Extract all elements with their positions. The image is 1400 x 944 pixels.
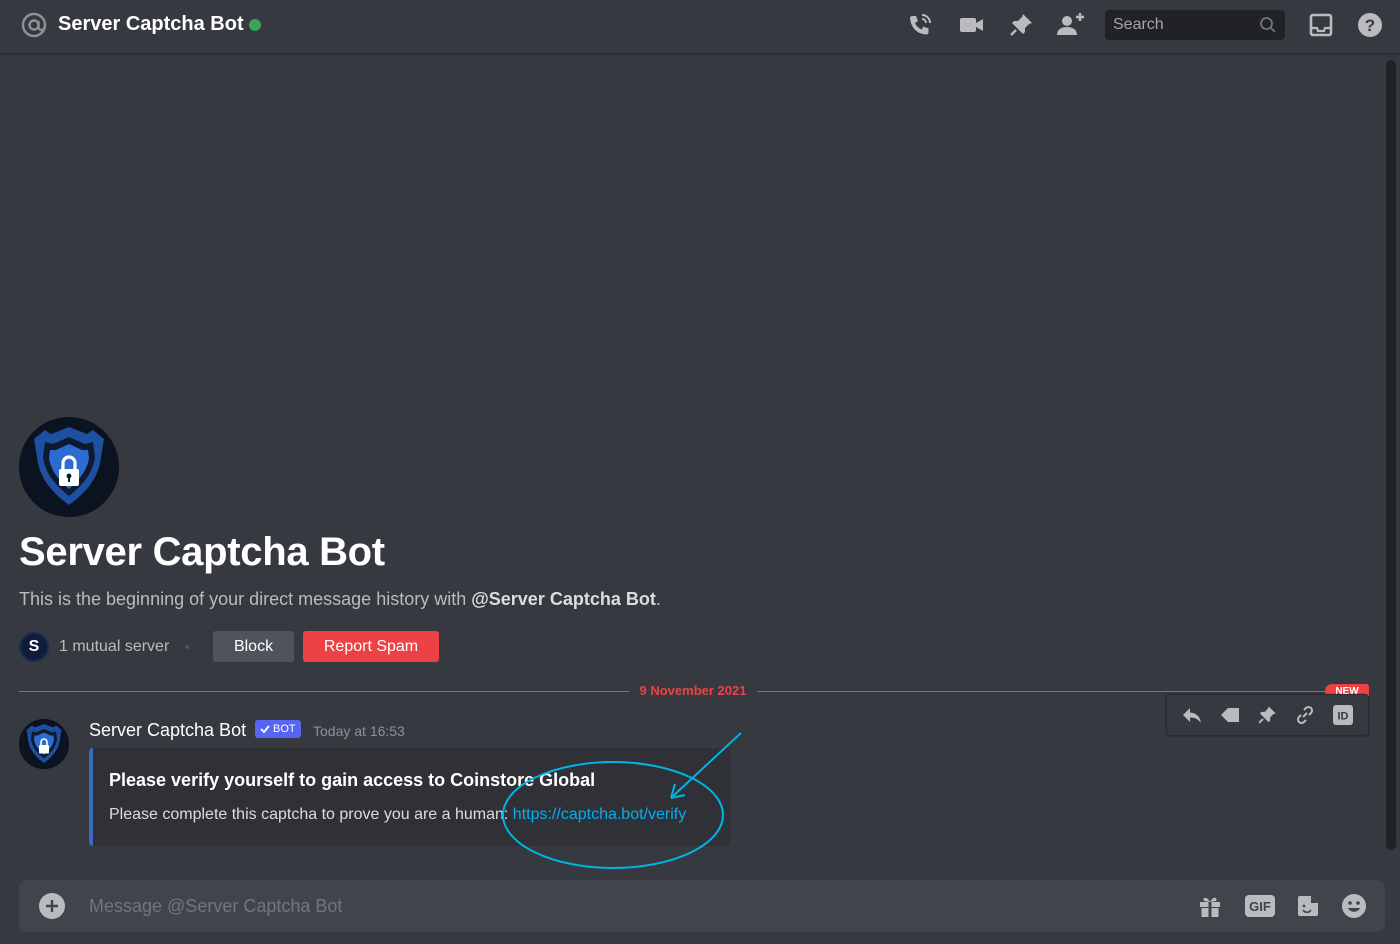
new-messages-divider-right	[757, 691, 1369, 692]
gif-label: GIF	[1245, 895, 1275, 917]
search-icon	[1260, 17, 1276, 33]
video-icon	[960, 18, 983, 32]
message-author-name[interactable]: Server Captcha Bot	[89, 718, 246, 742]
gif-button[interactable]: GIF	[1245, 891, 1275, 921]
call-icon	[910, 14, 931, 35]
svg-text:?: ?	[1365, 16, 1375, 35]
inbox-button[interactable]	[1305, 10, 1337, 40]
captcha-verify-link[interactable]: https://captcha.bot/verify	[513, 806, 686, 823]
embed-title: Please verify yourself to gain access to…	[109, 770, 596, 790]
embed-description-text: Please complete this captcha to prove yo…	[109, 806, 513, 823]
reply-icon	[1182, 708, 1201, 723]
mutual-servers-link[interactable]: 1 mutual server	[59, 638, 169, 656]
plus-icon	[46, 900, 58, 912]
message-composer: GIF	[19, 880, 1385, 932]
pinned-messages-button[interactable]	[1005, 10, 1037, 40]
channel-header: Server Captcha Bot Search ?	[0, 0, 1400, 54]
id-icon: ID	[1333, 705, 1354, 725]
upload-button[interactable]	[39, 893, 65, 919]
help-icon: ?	[1358, 13, 1382, 37]
help-button[interactable]: ?	[1354, 10, 1386, 40]
copy-id-button[interactable]: ID	[1327, 699, 1359, 731]
gift-icon	[1200, 897, 1220, 917]
svg-text:ID: ID	[1338, 711, 1349, 723]
reply-button[interactable]	[1176, 699, 1208, 731]
add-friends-button[interactable]	[1055, 10, 1087, 40]
new-messages-divider-left	[19, 691, 629, 692]
emoji-button[interactable]	[1339, 891, 1369, 921]
mutual-servers-row: S 1 mutual server	[19, 631, 190, 663]
sticker-icon	[1298, 896, 1318, 916]
tag-icon	[1220, 708, 1239, 722]
search-input[interactable]: Search	[1105, 10, 1285, 40]
report-spam-button[interactable]: Report Spam	[303, 631, 439, 662]
message-actions-toolbar: ID	[1166, 694, 1369, 736]
mutual-server-initial: S	[28, 638, 40, 655]
bot-tag-label: BOT	[273, 723, 296, 735]
online-status-indicator	[249, 19, 261, 31]
search-placeholder: Search	[1113, 16, 1164, 33]
shield-lock-icon	[19, 719, 69, 769]
pin-message-button[interactable]	[1251, 699, 1283, 731]
emoji-icon	[1342, 894, 1366, 918]
gift-button[interactable]	[1195, 891, 1225, 921]
intro-text-prefix: This is the beginning of your direct mes…	[19, 589, 472, 609]
intro-description: This is the beginning of your direct mes…	[19, 587, 661, 611]
separator-dot	[185, 645, 190, 649]
block-button[interactable]: Block	[213, 631, 294, 662]
intro-bot-name: Server Captcha Bot	[19, 530, 385, 574]
date-divider-label: 9 November 2021	[639, 683, 747, 698]
at-icon	[21, 12, 47, 38]
message-timestamp: Today at 16:53	[313, 723, 405, 739]
scrollbar[interactable]	[1386, 60, 1396, 850]
intro-text-suffix: .	[655, 589, 661, 609]
mutual-server-icon[interactable]: S	[19, 632, 49, 662]
bot-avatar-large	[19, 417, 119, 517]
link-icon	[1297, 705, 1314, 725]
sticker-button[interactable]	[1293, 891, 1323, 921]
message-embed: Please verify yourself to gain access to…	[89, 748, 730, 846]
pin-icon	[1258, 706, 1277, 724]
bot-tag: BOT	[255, 720, 301, 738]
channel-title: Server Captcha Bot	[58, 13, 244, 35]
pin-icon	[1010, 14, 1032, 36]
message-author-avatar[interactable]	[19, 719, 69, 769]
verified-check-icon	[260, 725, 270, 734]
tag-button[interactable]	[1214, 699, 1246, 731]
intro-mention: @Server Captcha Bot	[471, 589, 656, 609]
copy-link-button[interactable]	[1289, 699, 1321, 731]
embed-description: Please complete this captcha to prove yo…	[109, 804, 686, 826]
add-friend-icon	[1057, 13, 1084, 35]
video-call-button[interactable]	[955, 10, 987, 40]
call-button[interactable]	[904, 10, 936, 40]
shield-lock-icon	[19, 417, 119, 517]
inbox-icon	[1309, 13, 1333, 37]
message-input[interactable]	[89, 880, 1169, 932]
